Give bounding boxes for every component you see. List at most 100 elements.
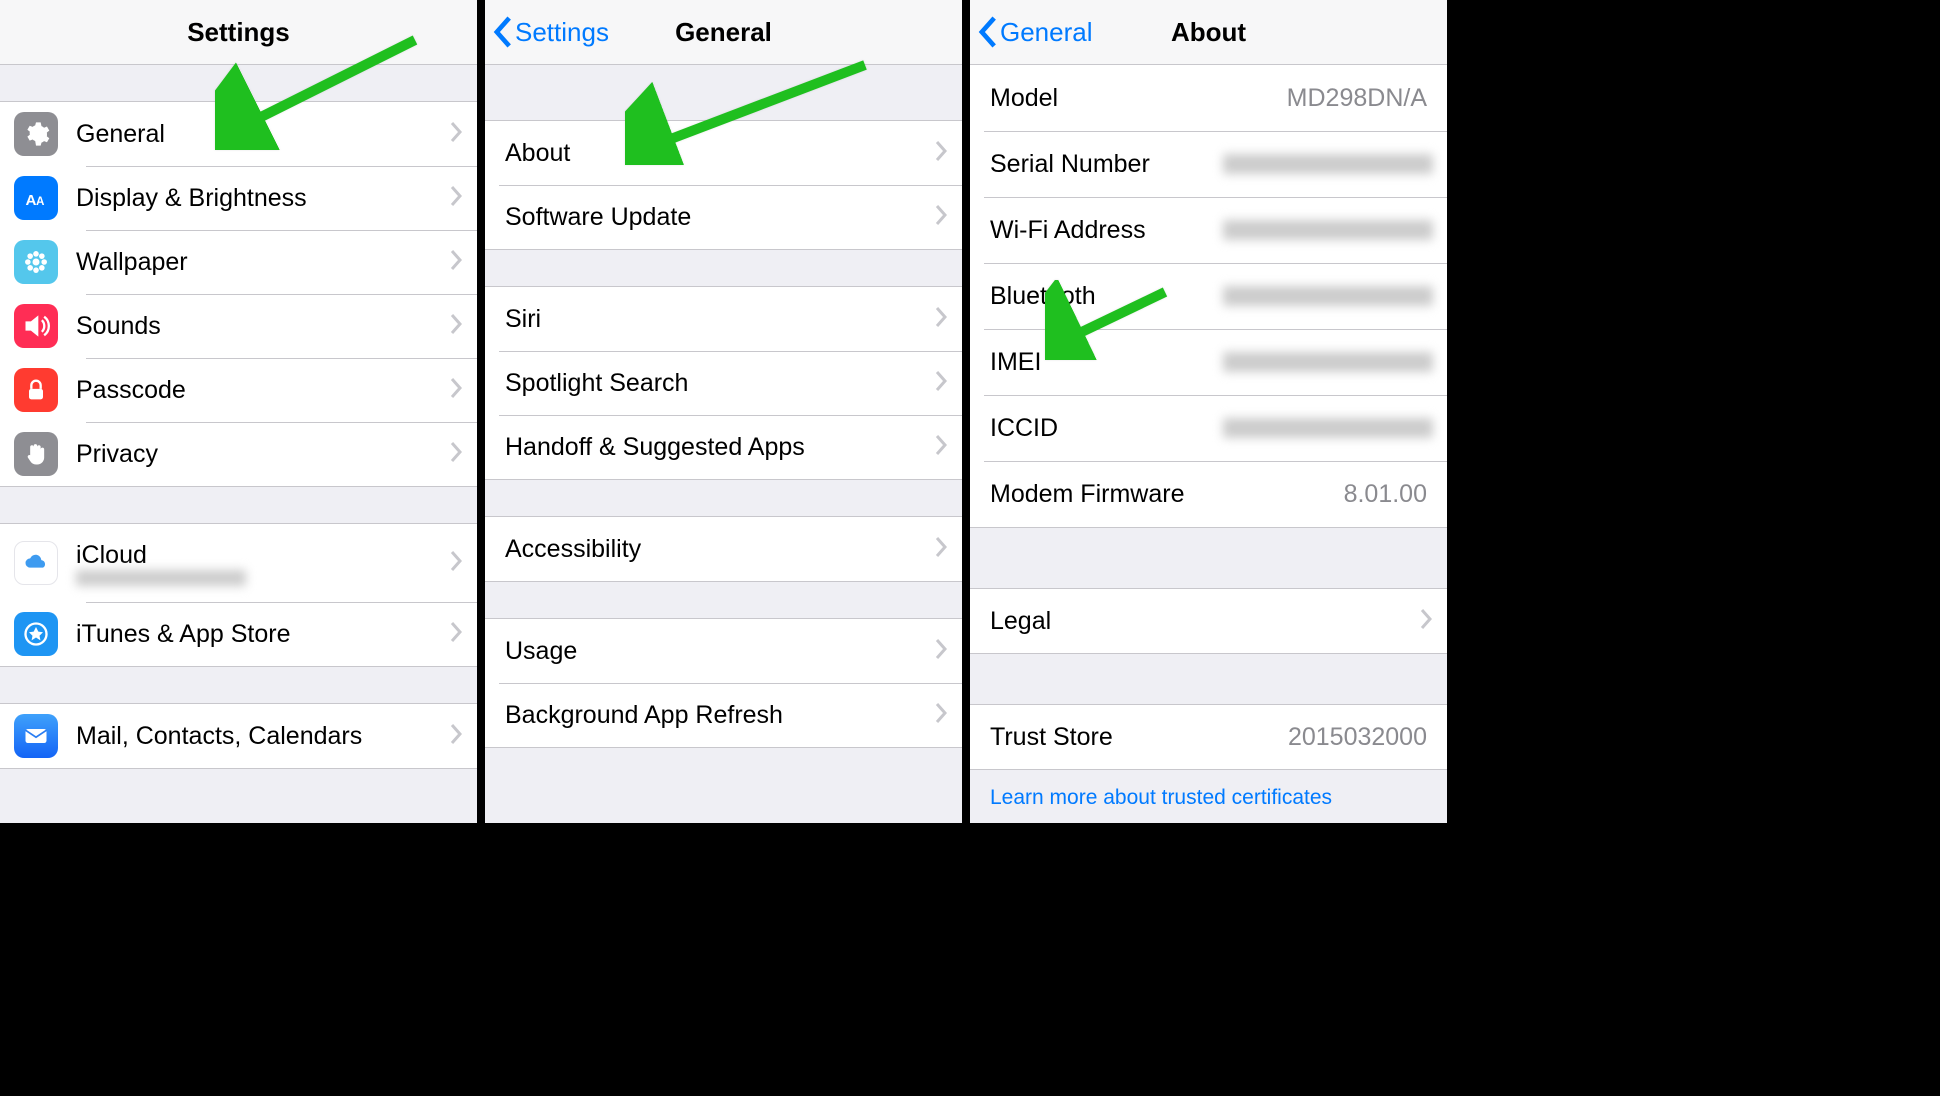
row-label: Sounds (76, 312, 449, 341)
settings-group-1: General AA Display & Brightness Wallpape… (0, 101, 477, 487)
row-value: 2015032000 (1288, 723, 1427, 752)
hand-icon (14, 432, 58, 476)
chevron-right-icon (449, 249, 463, 276)
row-iccid[interactable]: ICCID (970, 395, 1447, 461)
text-size-icon: AA (14, 176, 58, 220)
speaker-icon (14, 304, 58, 348)
lock-icon (14, 368, 58, 412)
row-icloud[interactable]: iCloud (0, 524, 477, 602)
chevron-right-icon (449, 185, 463, 212)
row-wifi-address[interactable]: Wi-Fi Address (970, 197, 1447, 263)
row-label: Software Update (505, 203, 934, 232)
row-label: Passcode (76, 376, 449, 405)
general-group-1: About Software Update (485, 120, 962, 250)
page-title: Settings (187, 17, 290, 48)
value-blurred (1223, 352, 1433, 372)
row-model[interactable]: Model MD298DN/A (970, 65, 1447, 131)
row-label: Siri (505, 305, 934, 334)
trusted-certs-link[interactable]: Learn more about trusted certificates (970, 770, 1447, 823)
chevron-right-icon (934, 306, 948, 333)
row-label: Bluetooth (990, 282, 1223, 311)
icloud-email-blurred (76, 570, 246, 586)
value-blurred (1223, 418, 1433, 438)
row-legal[interactable]: Legal (970, 589, 1447, 653)
row-label: IMEI (990, 348, 1223, 377)
gear-icon (14, 112, 58, 156)
chevron-right-icon (1419, 608, 1433, 635)
chevron-right-icon (934, 370, 948, 397)
general-screen: Settings General About Software Update S… (485, 0, 970, 823)
navbar-general: Settings General (485, 0, 962, 65)
row-display[interactable]: AA Display & Brightness (0, 166, 477, 230)
back-label: General (1000, 17, 1093, 48)
value-blurred (1223, 154, 1433, 174)
settings-group-2: iCloud iTunes & App Store (0, 523, 477, 667)
navbar-about: General About (970, 0, 1447, 65)
row-software-update[interactable]: Software Update (485, 185, 962, 249)
appstore-icon (14, 612, 58, 656)
about-info-group: Model MD298DN/A Serial Number Wi-Fi Addr… (970, 65, 1447, 528)
row-bluetooth[interactable]: Bluetooth (970, 263, 1447, 329)
chevron-right-icon (449, 723, 463, 750)
chevron-right-icon (934, 702, 948, 729)
chevron-right-icon (449, 441, 463, 468)
row-label: Handoff & Suggested Apps (505, 433, 934, 462)
row-label: Display & Brightness (76, 184, 449, 213)
row-label: Mail, Contacts, Calendars (76, 722, 449, 751)
row-sounds[interactable]: Sounds (0, 294, 477, 358)
value-blurred (1223, 220, 1433, 240)
row-label: iTunes & App Store (76, 620, 449, 649)
row-label: Serial Number (990, 150, 1223, 179)
row-label: iCloud (76, 541, 449, 570)
chevron-right-icon (934, 434, 948, 461)
chevron-right-icon (934, 204, 948, 231)
page-title: About (1171, 17, 1246, 48)
row-label: Background App Refresh (505, 701, 934, 730)
back-button[interactable]: General (978, 15, 1093, 49)
navbar-settings: Settings (0, 0, 477, 65)
row-label: Modem Firmware (990, 480, 1344, 509)
row-privacy[interactable]: Privacy (0, 422, 477, 486)
general-group-4: Usage Background App Refresh (485, 618, 962, 748)
row-trust-store[interactable]: Trust Store 2015032000 (970, 705, 1447, 769)
row-spotlight[interactable]: Spotlight Search (485, 351, 962, 415)
row-siri[interactable]: Siri (485, 287, 962, 351)
general-group-3: Accessibility (485, 516, 962, 582)
row-usage[interactable]: Usage (485, 619, 962, 683)
row-label: Trust Store (990, 723, 1288, 752)
row-accessibility[interactable]: Accessibility (485, 517, 962, 581)
row-itunes[interactable]: iTunes & App Store (0, 602, 477, 666)
row-label: ICCID (990, 414, 1223, 443)
trust-group: Trust Store 2015032000 (970, 704, 1447, 770)
row-general[interactable]: General (0, 102, 477, 166)
row-mail[interactable]: Mail, Contacts, Calendars (0, 704, 477, 768)
row-about[interactable]: About (485, 121, 962, 185)
mail-icon (14, 714, 58, 758)
flower-icon (14, 240, 58, 284)
row-label: Wallpaper (76, 248, 449, 277)
chevron-right-icon (934, 536, 948, 563)
svg-text:A: A (26, 192, 37, 209)
general-group-2: Siri Spotlight Search Handoff & Suggeste… (485, 286, 962, 480)
row-imei[interactable]: IMEI (970, 329, 1447, 395)
legal-group: Legal (970, 588, 1447, 654)
row-passcode[interactable]: Passcode (0, 358, 477, 422)
svg-text:A: A (36, 195, 45, 208)
row-handoff[interactable]: Handoff & Suggested Apps (485, 415, 962, 479)
row-bg-refresh[interactable]: Background App Refresh (485, 683, 962, 747)
chevron-right-icon (449, 377, 463, 404)
page-title: General (675, 17, 772, 48)
back-label: Settings (515, 17, 609, 48)
chevron-right-icon (449, 121, 463, 148)
row-label: Accessibility (505, 535, 934, 564)
back-button[interactable]: Settings (493, 15, 609, 49)
chevron-right-icon (449, 313, 463, 340)
row-wallpaper[interactable]: Wallpaper (0, 230, 477, 294)
value-blurred (1223, 286, 1433, 306)
row-serial[interactable]: Serial Number (970, 131, 1447, 197)
chevron-right-icon (449, 550, 463, 577)
row-value: 8.01.00 (1344, 480, 1427, 509)
settings-screen: Settings General AA Display & Brightness… (0, 0, 485, 823)
row-modem-firmware[interactable]: Modem Firmware 8.01.00 (970, 461, 1447, 527)
row-label: Legal (990, 607, 1419, 636)
